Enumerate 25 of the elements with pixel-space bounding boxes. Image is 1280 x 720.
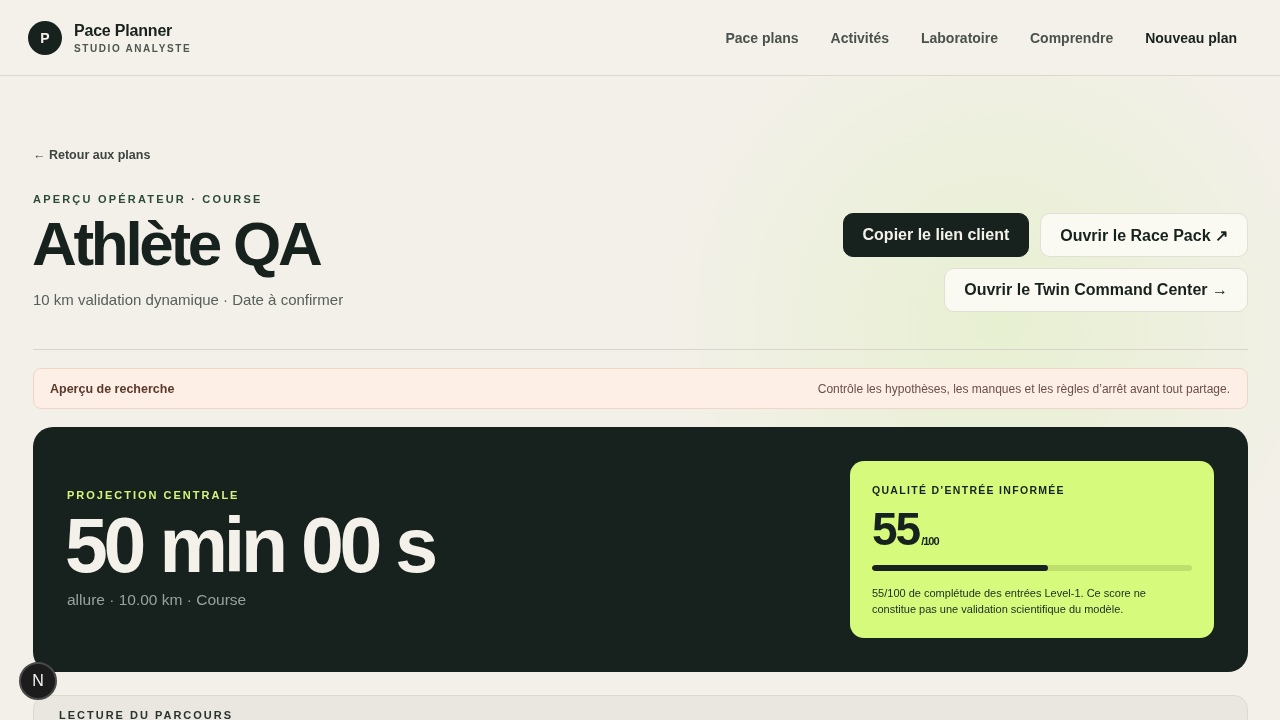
back-link[interactable]: ← Retour aux plans — [33, 147, 151, 163]
open-button[interactable]: Ouvrir le Twin Command Center → — [944, 268, 1248, 312]
nav-link[interactable]: Laboratoire — [920, 29, 998, 46]
nav-link[interactable]: Pace plans — [725, 29, 799, 46]
copy-link-button[interactable]: Copier le lien client — [842, 213, 1030, 257]
nav-link[interactable]: Comprendre — [1029, 29, 1114, 46]
page-eyebrow: APERÇU OPÉRATEUR · COURSE — [33, 193, 264, 206]
brand-tagline: STUDIO ANALYSTE — [74, 42, 192, 54]
notice-title: Aperçu de recherche — [50, 381, 175, 396]
brand-name: Pace Planner — [74, 21, 174, 40]
page-subtitle: 10 km validation dynamique · Date à confirmer — [33, 290, 344, 310]
quality-scale: /100 — [921, 535, 939, 547]
brand-logo: P — [28, 20, 62, 55]
dev-tools-button[interactable]: N — [19, 662, 57, 700]
projection-label: PROJECTION CENTRALE — [67, 489, 241, 502]
quality-title: QUALITÉ D’ENTRÉE INFORMÉE — [872, 484, 1066, 496]
projection-time: 50 min 00 s — [65, 507, 434, 584]
route-card-title: LECTURE DU PARCOURS — [59, 709, 235, 720]
notice-message: Contrôle les hypothèses, les manques et les règles d’arrêt avant tout partage. — [817, 381, 1230, 396]
new-plan-link[interactable]: Nouveau plan — [1145, 29, 1237, 46]
quality-note: 55/100 de complétude des entrées Level-1. Ce score ne constitue pas une validation scientifique du modèle. — [872, 586, 1147, 617]
quality-score: 55 — [872, 506, 920, 552]
open-button[interactable]: Ouvrir le Race Pack ↗ — [1040, 213, 1248, 257]
nav-link[interactable]: Activités — [830, 29, 889, 46]
projection-detail: allure · 10.00 km · Course — [67, 590, 248, 610]
